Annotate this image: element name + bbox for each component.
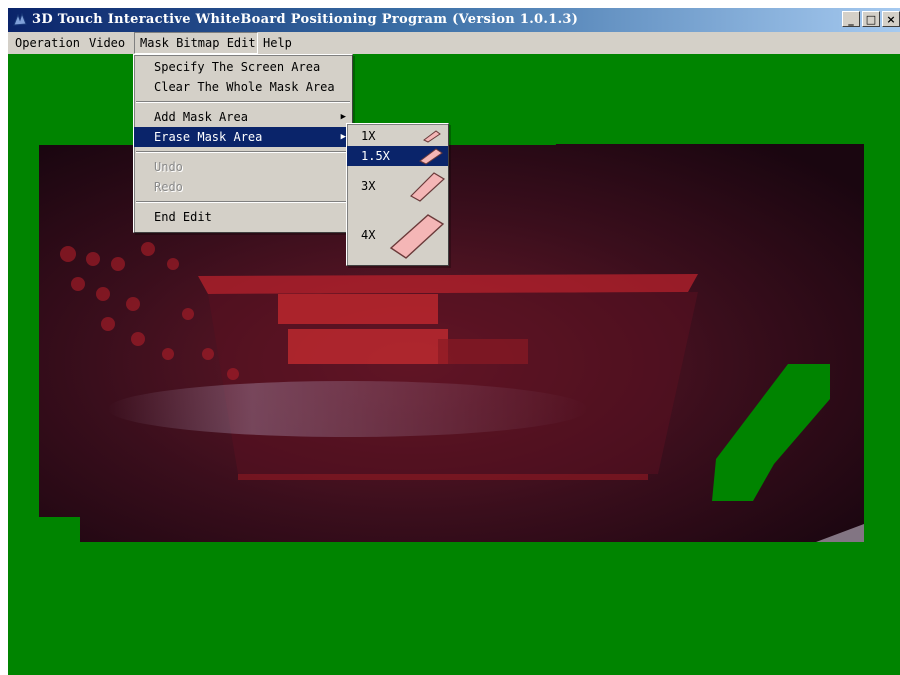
erase-mask-area-label: Erase Mask Area bbox=[154, 130, 263, 144]
menu-item-erase-mask-area[interactable]: Erase Mask Area ▶ bbox=[134, 127, 352, 147]
window-controls: _ □ × bbox=[842, 11, 900, 29]
menu-operation[interactable]: Operation bbox=[10, 32, 85, 54]
erase-mask-area-submenu: 1X 1.5X 3X 4X bbox=[346, 123, 449, 266]
eraser-large-icon bbox=[410, 172, 445, 202]
menu-separator bbox=[136, 151, 350, 153]
close-button[interactable]: × bbox=[882, 11, 900, 27]
eraser-medium-icon bbox=[419, 148, 443, 165]
menu-bar: Operation Video Mask Bitmap Edit Help bbox=[8, 32, 900, 54]
erase-size-label: 3X bbox=[361, 179, 376, 193]
window-title: 3D Touch Interactive WhiteBoard Position… bbox=[32, 12, 579, 27]
erase-size-3x[interactable]: 3X bbox=[347, 166, 448, 206]
menu-video[interactable]: Video bbox=[84, 32, 130, 54]
menu-item-specify-screen-area[interactable]: Specify The Screen Area bbox=[134, 57, 352, 77]
menu-mask-bitmap-edit[interactable]: Mask Bitmap Edit bbox=[134, 32, 258, 54]
maximize-button[interactable]: □ bbox=[862, 11, 880, 27]
erase-size-label: 1X bbox=[361, 129, 376, 143]
app-logo-icon bbox=[13, 12, 27, 26]
menu-item-undo[interactable]: Undo bbox=[134, 157, 352, 177]
erase-size-label: 4X bbox=[361, 228, 376, 242]
menu-item-clear-mask-area[interactable]: Clear The Whole Mask Area bbox=[134, 77, 352, 97]
erase-size-label: 1.5X bbox=[361, 149, 390, 163]
menu-separator bbox=[136, 101, 350, 103]
add-mask-area-label: Add Mask Area bbox=[154, 110, 248, 124]
erase-size-1-5x[interactable]: 1.5X bbox=[347, 146, 448, 166]
erase-size-1x[interactable]: 1X bbox=[347, 126, 448, 146]
eraser-xlarge-icon bbox=[389, 214, 445, 259]
erase-size-4x[interactable]: 4X bbox=[347, 206, 448, 264]
menu-item-redo[interactable]: Redo bbox=[134, 177, 352, 197]
title-bar[interactable]: 3D Touch Interactive WhiteBoard Position… bbox=[8, 8, 900, 32]
menu-item-end-edit[interactable]: End Edit bbox=[134, 207, 352, 227]
app-window: 3D Touch Interactive WhiteBoard Position… bbox=[8, 8, 900, 675]
menu-item-add-mask-area[interactable]: Add Mask Area ▶ bbox=[134, 107, 352, 127]
mask-bitmap-edit-menu: Specify The Screen Area Clear The Whole … bbox=[133, 54, 353, 233]
eraser-small-icon bbox=[423, 130, 441, 143]
menu-help[interactable]: Help bbox=[258, 32, 297, 54]
menu-separator bbox=[136, 201, 350, 203]
minimize-button[interactable]: _ bbox=[842, 11, 860, 27]
